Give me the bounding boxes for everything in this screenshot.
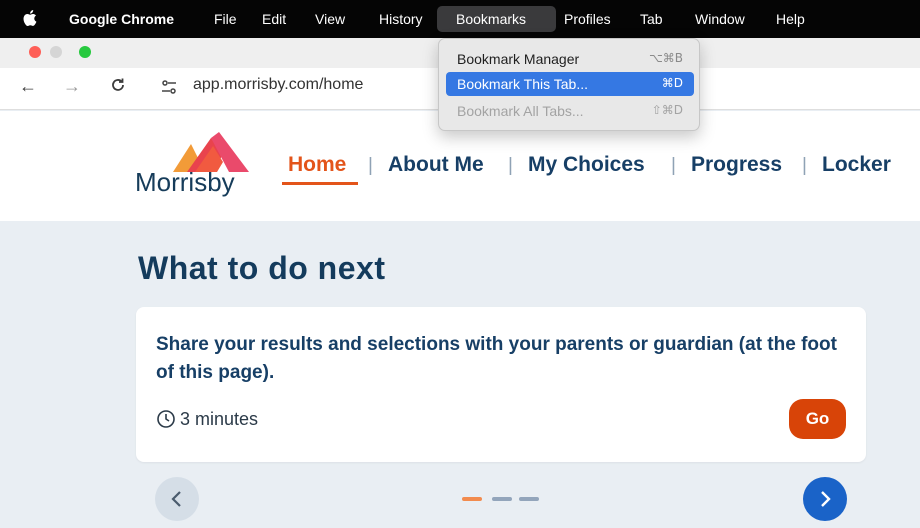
menu-tab[interactable]: Tab xyxy=(640,10,663,28)
carousel-dot-active[interactable] xyxy=(462,497,482,501)
nav-about-me[interactable]: About Me xyxy=(388,153,484,177)
nav-locker[interactable]: Locker xyxy=(822,153,891,177)
zoom-window-button[interactable] xyxy=(79,46,91,58)
nav-my-choices[interactable]: My Choices xyxy=(528,153,645,177)
minimize-window-button[interactable] xyxy=(50,46,62,58)
menu-item-label: Bookmark Manager xyxy=(457,51,580,67)
menu-view[interactable]: View xyxy=(315,10,345,28)
clock-icon xyxy=(157,410,175,428)
go-button[interactable]: Go xyxy=(789,399,846,439)
page-title: What to do next xyxy=(138,250,386,286)
nav-separator: | xyxy=(802,155,807,176)
carousel-prev-button[interactable] xyxy=(155,477,199,521)
menu-item-bookmark-this-tab[interactable]: Bookmark This Tab... ⌘D xyxy=(446,72,694,96)
reload-icon[interactable] xyxy=(110,77,126,98)
menu-bookmarks[interactable]: Bookmarks xyxy=(456,10,526,28)
menu-item-label: Bookmark This Tab... xyxy=(457,76,588,92)
back-icon[interactable]: ← xyxy=(19,76,37,97)
menu-item-shortcut: ⇧⌘D xyxy=(651,103,683,117)
menu-item-label: Bookmark All Tabs... xyxy=(457,103,584,119)
nav-separator: | xyxy=(508,155,513,176)
menu-file[interactable]: File xyxy=(214,10,237,28)
nav-separator: | xyxy=(368,155,373,176)
menu-item-bookmark-all-tabs: Bookmark All Tabs... ⇧⌘D xyxy=(446,99,694,123)
duration-text: 3 minutes xyxy=(180,409,259,429)
menu-app-name[interactable]: Google Chrome xyxy=(69,10,174,28)
menu-item-bookmark-manager[interactable]: Bookmark Manager ⌥⌘B xyxy=(446,47,694,71)
nav-progress[interactable]: Progress xyxy=(691,153,782,177)
morrisby-logo-icon[interactable] xyxy=(173,132,249,172)
menu-help[interactable]: Help xyxy=(776,10,805,28)
carousel-dot[interactable] xyxy=(519,497,539,501)
carousel-next-button[interactable] xyxy=(803,477,847,521)
close-window-button[interactable] xyxy=(29,46,41,58)
chevron-left-icon xyxy=(171,491,181,507)
apple-logo-icon[interactable] xyxy=(22,9,37,31)
menu-profiles[interactable]: Profiles xyxy=(564,10,611,28)
nav-separator: | xyxy=(671,155,676,176)
card-description: Share your results and selections with y… xyxy=(156,334,837,383)
menu-item-shortcut: ⌥⌘B xyxy=(648,51,683,65)
site-info-icon[interactable] xyxy=(160,79,178,99)
menu-edit[interactable]: Edit xyxy=(262,10,286,28)
forward-icon[interactable]: → xyxy=(63,76,81,97)
nav-home[interactable]: Home xyxy=(288,153,346,177)
macos-menu-bar: Google Chrome File Edit View History Boo… xyxy=(0,0,920,38)
chevron-right-icon xyxy=(821,491,831,507)
menu-window[interactable]: Window xyxy=(695,10,745,28)
morrisby-logo-text[interactable]: Morrisby xyxy=(135,167,235,198)
carousel-dot[interactable] xyxy=(492,497,512,501)
menu-history[interactable]: History xyxy=(379,10,423,28)
nav-home-underline xyxy=(282,182,358,185)
url-text[interactable]: app.morrisby.com/home xyxy=(193,76,363,94)
bookmarks-dropdown-menu: Bookmark Manager ⌥⌘B Bookmark This Tab..… xyxy=(438,38,700,131)
menu-item-shortcut: ⌘D xyxy=(661,76,683,90)
